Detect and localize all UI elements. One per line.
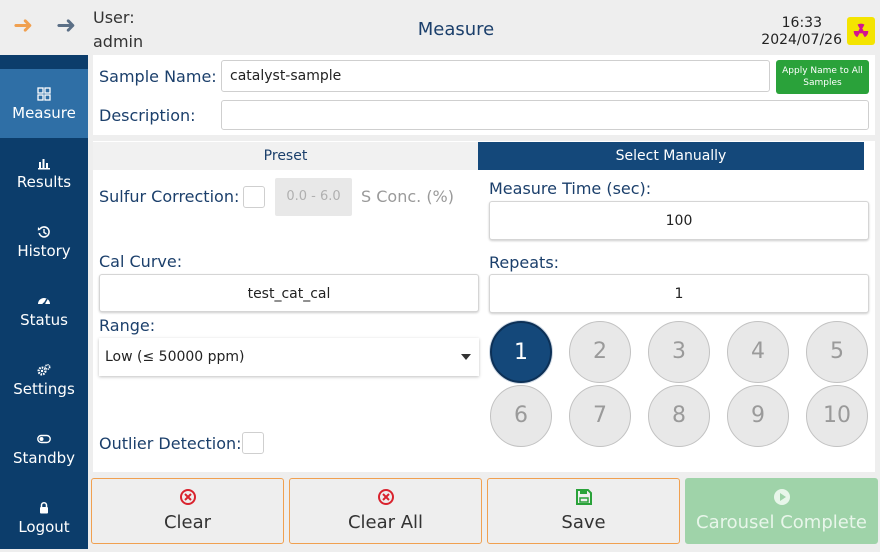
range-selected-value: Low (≤ 50000 ppm) [105,349,245,365]
save-button-label: Save [561,512,606,533]
clear-button[interactable]: Clear [91,478,284,544]
gears-icon [37,363,51,376]
play-icon [773,489,790,505]
clear-all-button[interactable]: Clear All [289,478,482,544]
sidebar-item-logout[interactable]: Logout [0,483,88,552]
position-button-8[interactable]: 8 [648,385,710,447]
position-button-3[interactable]: 3 [648,321,710,383]
tab-preset[interactable]: Preset [93,142,478,170]
position-button-7[interactable]: 7 [569,385,631,447]
carousel-complete-button[interactable]: Carousel Complete [685,478,878,544]
gauge-icon [38,298,50,306]
radiation-icon [847,17,875,45]
carousel-complete-label: Carousel Complete [696,512,867,533]
position-button-5[interactable]: 5 [806,321,868,383]
range-dropdown[interactable]: Low (≤ 50000 ppm) [99,338,479,376]
sidebar-item-standby[interactable]: Standby [0,414,88,483]
measure-icon [37,87,51,101]
sidebar-item-label: Logout [18,518,70,536]
clear-icon [179,489,196,505]
repeats-label: Repeats: [489,253,560,272]
sidebar-item-results[interactable]: Results [0,138,88,207]
sulfur-concentration-input[interactable]: 0.0 - 6.0 [275,178,352,216]
sample-name-input[interactable]: catalyst-sample [221,60,770,92]
position-button-1[interactable]: 1 [490,321,552,383]
clear-button-label: Clear [163,512,212,533]
outlier-detection-label: Outlier Detection: [99,434,242,453]
measure-time-label: Measure Time (sec): [489,179,652,198]
chevron-down-icon [461,354,471,360]
clock-time: 16:33 [781,15,822,31]
save-button[interactable]: Save [487,478,680,544]
clock-date: 2024/07/26 [761,32,842,48]
sample-name-label: Sample Name: [99,67,217,86]
cal-curve-label: Cal Curve: [99,252,183,271]
sidebar-item-settings[interactable]: Settings [0,345,88,414]
outlier-detection-checkbox[interactable] [242,432,264,454]
sidebar-item-label: History [17,242,71,260]
description-input[interactable] [221,100,869,130]
measure-time-input[interactable]: 100 [489,201,869,240]
position-button-10[interactable]: 10 [806,385,868,447]
sidebar-item-history[interactable]: History [0,207,88,276]
position-button-9[interactable]: 9 [727,385,789,447]
position-button-6[interactable]: 6 [490,385,552,447]
sidebar-item-label: Standby [12,449,76,467]
page-title: Measure [417,19,495,40]
repeats-input[interactable]: 1 [489,274,869,313]
tab-select-manually[interactable]: Select Manually [478,142,864,170]
apply-name-button[interactable]: Apply Name to All Samples [776,60,869,94]
clear-all-icon [377,489,394,505]
history-icon [37,226,50,238]
sidebar: Measure Results History Status Settings … [0,55,88,549]
lock-icon [40,501,48,514]
sidebar-item-label: Measure [12,104,76,122]
clear-all-button-label: Clear All [347,512,424,533]
sulfur-correction-checkbox[interactable] [243,186,265,208]
range-label: Range: [99,316,156,335]
position-button-4[interactable]: 4 [727,321,789,383]
position-button-2[interactable]: 2 [569,321,631,383]
sidebar-item-label: Status [20,311,68,329]
toggle-icon [37,434,51,444]
bar-chart-icon [38,159,50,170]
sulfur-correction-label: Sulfur Correction: [99,187,240,206]
description-label: Description: [99,106,196,125]
sulfur-concentration-unit: S Conc. (%) [361,187,454,206]
top-bar: ➜ ➜ User: admin Measure 16:33 2024/07/26 [0,0,880,55]
sidebar-item-status[interactable]: Status [0,276,88,345]
sidebar-item-label: Settings [13,380,75,398]
sidebar-item-label: Results [16,173,72,191]
cal-curve-selector[interactable]: test_cat_cal [99,274,479,312]
sidebar-item-measure[interactable]: Measure [0,69,88,138]
save-icon [575,489,592,505]
